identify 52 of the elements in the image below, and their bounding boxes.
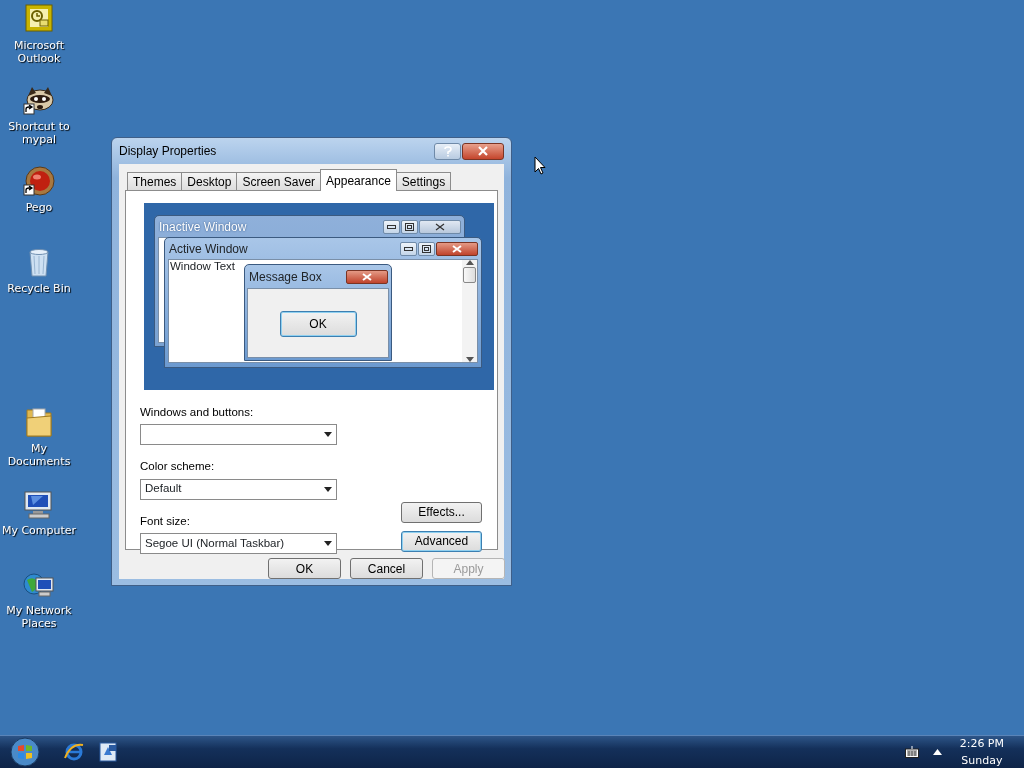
outlook-icon[interactable] — [23, 3, 55, 35]
field-label: Font size: — [140, 513, 191, 529]
icon-label[interactable]: My Computer — [1, 524, 77, 537]
dialog-button[interactable]: Advanced — [401, 530, 482, 552]
field-label: Windows and buttons: — [140, 405, 255, 420]
dialog-button[interactable]: Effects... — [401, 501, 482, 523]
dialog-button[interactable]: OK — [268, 558, 341, 579]
dropdown[interactable]: Segoe UI (Normal Taskbar) — [140, 532, 337, 554]
minimize-icon — [400, 241, 417, 256]
close-button[interactable] — [462, 142, 504, 160]
icon-label[interactable]: Shortcut to mypal — [0, 120, 78, 146]
window-title: Message Box — [249, 268, 322, 286]
help-button[interactable] — [434, 142, 461, 160]
show-hidden-icons-button[interactable] — [932, 749, 942, 755]
close-icon — [477, 146, 489, 156]
ok-button[interactable]: OK — [279, 311, 357, 337]
window-title: Active Window — [169, 240, 248, 258]
maximize-icon — [418, 241, 435, 256]
folder-icon[interactable] — [23, 406, 55, 438]
keyboard-icon[interactable] — [904, 746, 919, 758]
maximize-icon — [401, 219, 418, 234]
dropdown-arrow-icon[interactable] — [324, 432, 332, 438]
minimize-icon — [383, 219, 400, 234]
icon-label[interactable]: My Documents — [0, 442, 78, 468]
app-icon[interactable] — [97, 741, 119, 763]
window-title: Display Properties — [119, 143, 217, 160]
icon-label[interactable]: Recycle Bin — [7, 282, 71, 295]
dropdown-arrow-icon[interactable] — [324, 540, 332, 546]
browser-icon[interactable] — [63, 741, 85, 763]
scroll-down-icon[interactable] — [465, 357, 474, 362]
question-mark-icon — [443, 145, 452, 157]
tab[interactable]: Appearance — [320, 169, 397, 191]
dropdown[interactable]: Default — [140, 478, 337, 500]
ball-icon[interactable] — [23, 165, 55, 197]
close-icon — [346, 269, 388, 284]
close-icon — [436, 241, 478, 256]
icon-label[interactable]: Pego — [25, 201, 53, 214]
close-icon — [419, 219, 461, 234]
start-button[interactable] — [10, 737, 40, 767]
window-text: Window Text — [169, 260, 235, 272]
window-title: Inactive Window — [159, 218, 247, 236]
icon-label[interactable]: Microsoft Outlook — [0, 39, 78, 65]
dialog-button[interactable]: Cancel — [350, 558, 423, 579]
scroll-up-icon[interactable] — [465, 260, 474, 265]
field-label: Color scheme: — [140, 459, 216, 475]
clock-time[interactable]: 2:26 PM — [959, 735, 1004, 752]
mouse-pointer-icon — [534, 156, 546, 175]
computer-icon[interactable] — [23, 488, 55, 520]
scroll-thumb[interactable] — [463, 267, 476, 283]
icon-label[interactable]: My Network Places — [0, 604, 78, 630]
dropdown-arrow-icon[interactable] — [324, 486, 332, 492]
clock-day[interactable]: Sunday — [959, 752, 1004, 768]
